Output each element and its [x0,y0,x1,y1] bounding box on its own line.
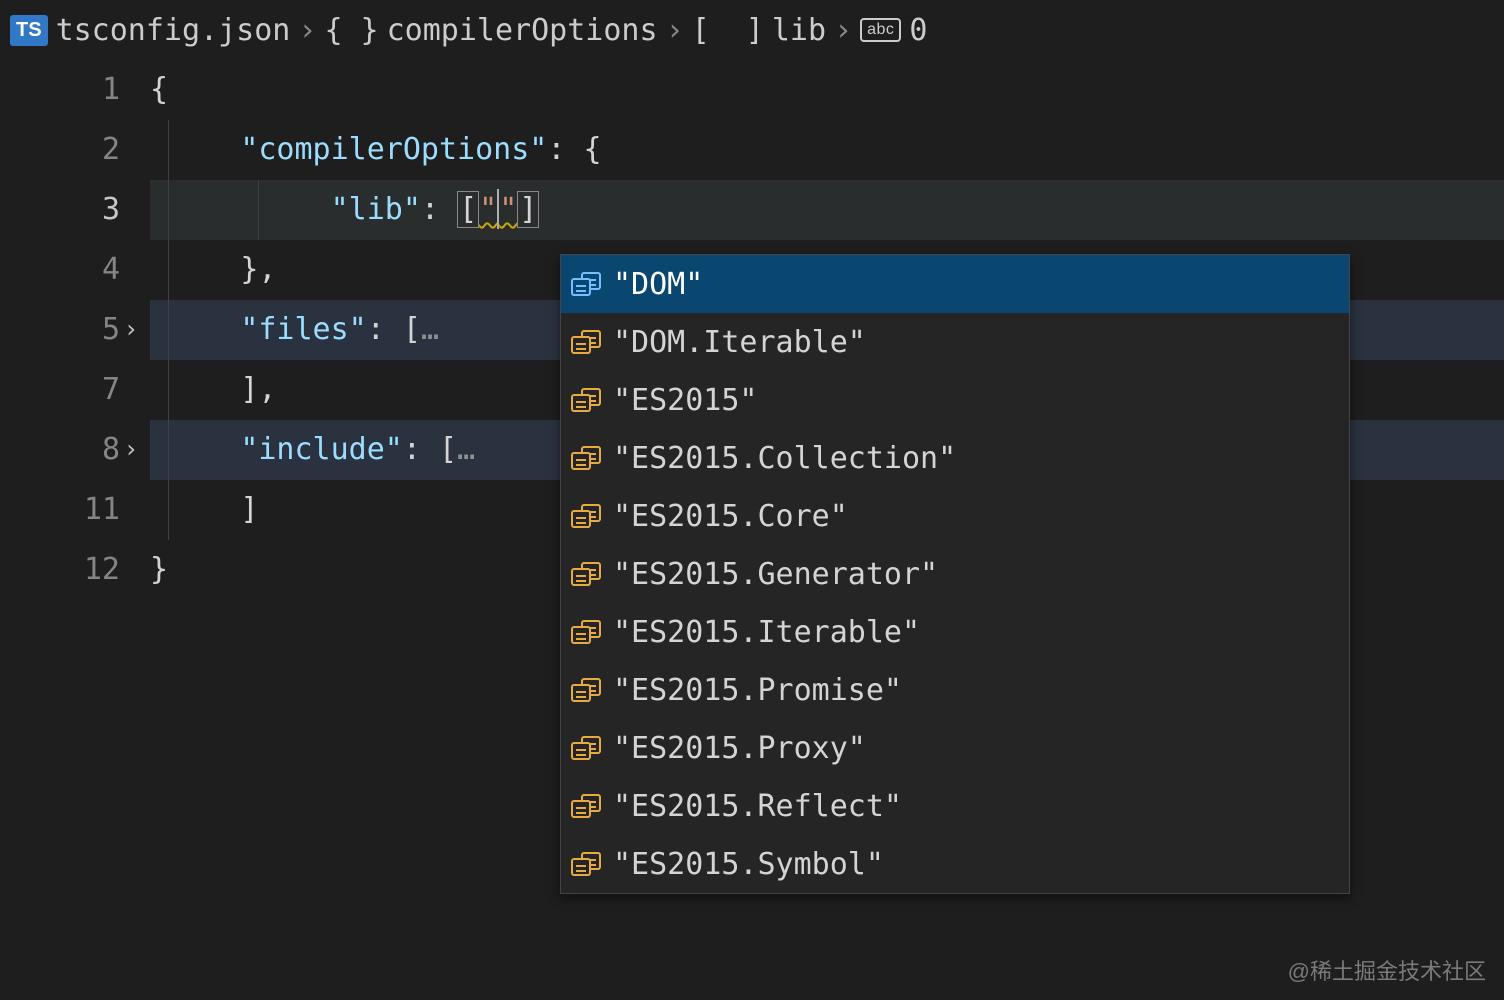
suggest-item[interactable]: "ES2015" [561,371,1349,429]
suggest-label: "ES2015.Generator" [613,557,938,592]
braces-icon: { } [324,13,378,48]
enum-member-icon [571,852,601,876]
code-line: { [150,60,1504,120]
chevron-right-icon: › [298,13,316,48]
enum-member-icon [571,620,601,644]
suggest-label: "ES2015.Core" [613,499,848,534]
suggest-item[interactable]: "ES2015.Proxy" [561,719,1349,777]
string-icon: abc [860,18,901,42]
breadcrumb-index[interactable]: 0 [909,13,927,48]
line-gutter: 1 2 3 4 5› 7 8› 11 12 [0,60,150,600]
suggest-label: "DOM.Iterable" [613,325,866,360]
suggest-label: "ES2015.Iterable" [613,615,920,650]
watermark: @稀土掘金技术社区 [1288,954,1486,986]
suggest-label: "ES2015.Collection" [613,441,956,476]
line-number: 4 [0,240,120,300]
code-line: "compilerOptions": { [150,120,1504,180]
breadcrumb-lib[interactable]: lib [772,13,826,48]
line-number: 1 [0,60,120,120]
suggest-widget[interactable]: "DOM" "DOM.Iterable" "ES2015" "ES2015.Co… [560,254,1350,894]
suggest-item[interactable]: "DOM" [561,255,1349,313]
suggest-item[interactable]: "DOM.Iterable" [561,313,1349,371]
suggest-item[interactable]: "ES2015.Generator" [561,545,1349,603]
suggest-item[interactable]: "ES2015.Iterable" [561,603,1349,661]
line-number: 2 [0,120,120,180]
enum-member-icon [571,562,601,586]
line-number: 3 [0,180,120,240]
brackets-icon: [ ] [692,13,764,48]
enum-member-icon [571,504,601,528]
enum-member-icon [571,330,601,354]
chevron-right-icon: › [834,13,852,48]
line-number: 7 [0,360,120,420]
breadcrumb: TS tsconfig.json › { } compilerOptions ›… [0,0,1504,60]
ts-file-icon: TS [10,15,48,46]
enum-member-icon [571,272,601,296]
breadcrumb-file[interactable]: tsconfig.json [56,13,291,48]
suggest-item[interactable]: "ES2015.Symbol" [561,835,1349,893]
enum-member-icon [571,446,601,470]
chevron-right-icon: › [666,13,684,48]
suggest-item[interactable]: "ES2015.Core" [561,487,1349,545]
suggest-label: "DOM" [613,267,703,302]
fold-chevron-icon[interactable]: › [120,300,142,360]
line-number: 12 [0,540,120,600]
code-line-active: "lib": [""] [150,180,1504,240]
line-number: 8› [0,420,120,480]
suggest-label: "ES2015.Promise" [613,673,902,708]
enum-member-icon [571,678,601,702]
fold-chevron-icon[interactable]: › [120,420,142,480]
suggest-label: "ES2015.Proxy" [613,731,866,766]
suggest-item[interactable]: "ES2015.Reflect" [561,777,1349,835]
suggest-item[interactable]: "ES2015.Collection" [561,429,1349,487]
enum-member-icon [571,794,601,818]
breadcrumb-compiler-options[interactable]: compilerOptions [387,13,658,48]
suggest-label: "ES2015" [613,383,758,418]
enum-member-icon [571,388,601,412]
suggest-label: "ES2015.Reflect" [613,789,902,824]
line-number: 11 [0,480,120,540]
suggest-label: "ES2015.Symbol" [613,847,884,882]
line-number: 5› [0,300,120,360]
enum-member-icon [571,736,601,760]
suggest-item[interactable]: "ES2015.Promise" [561,661,1349,719]
